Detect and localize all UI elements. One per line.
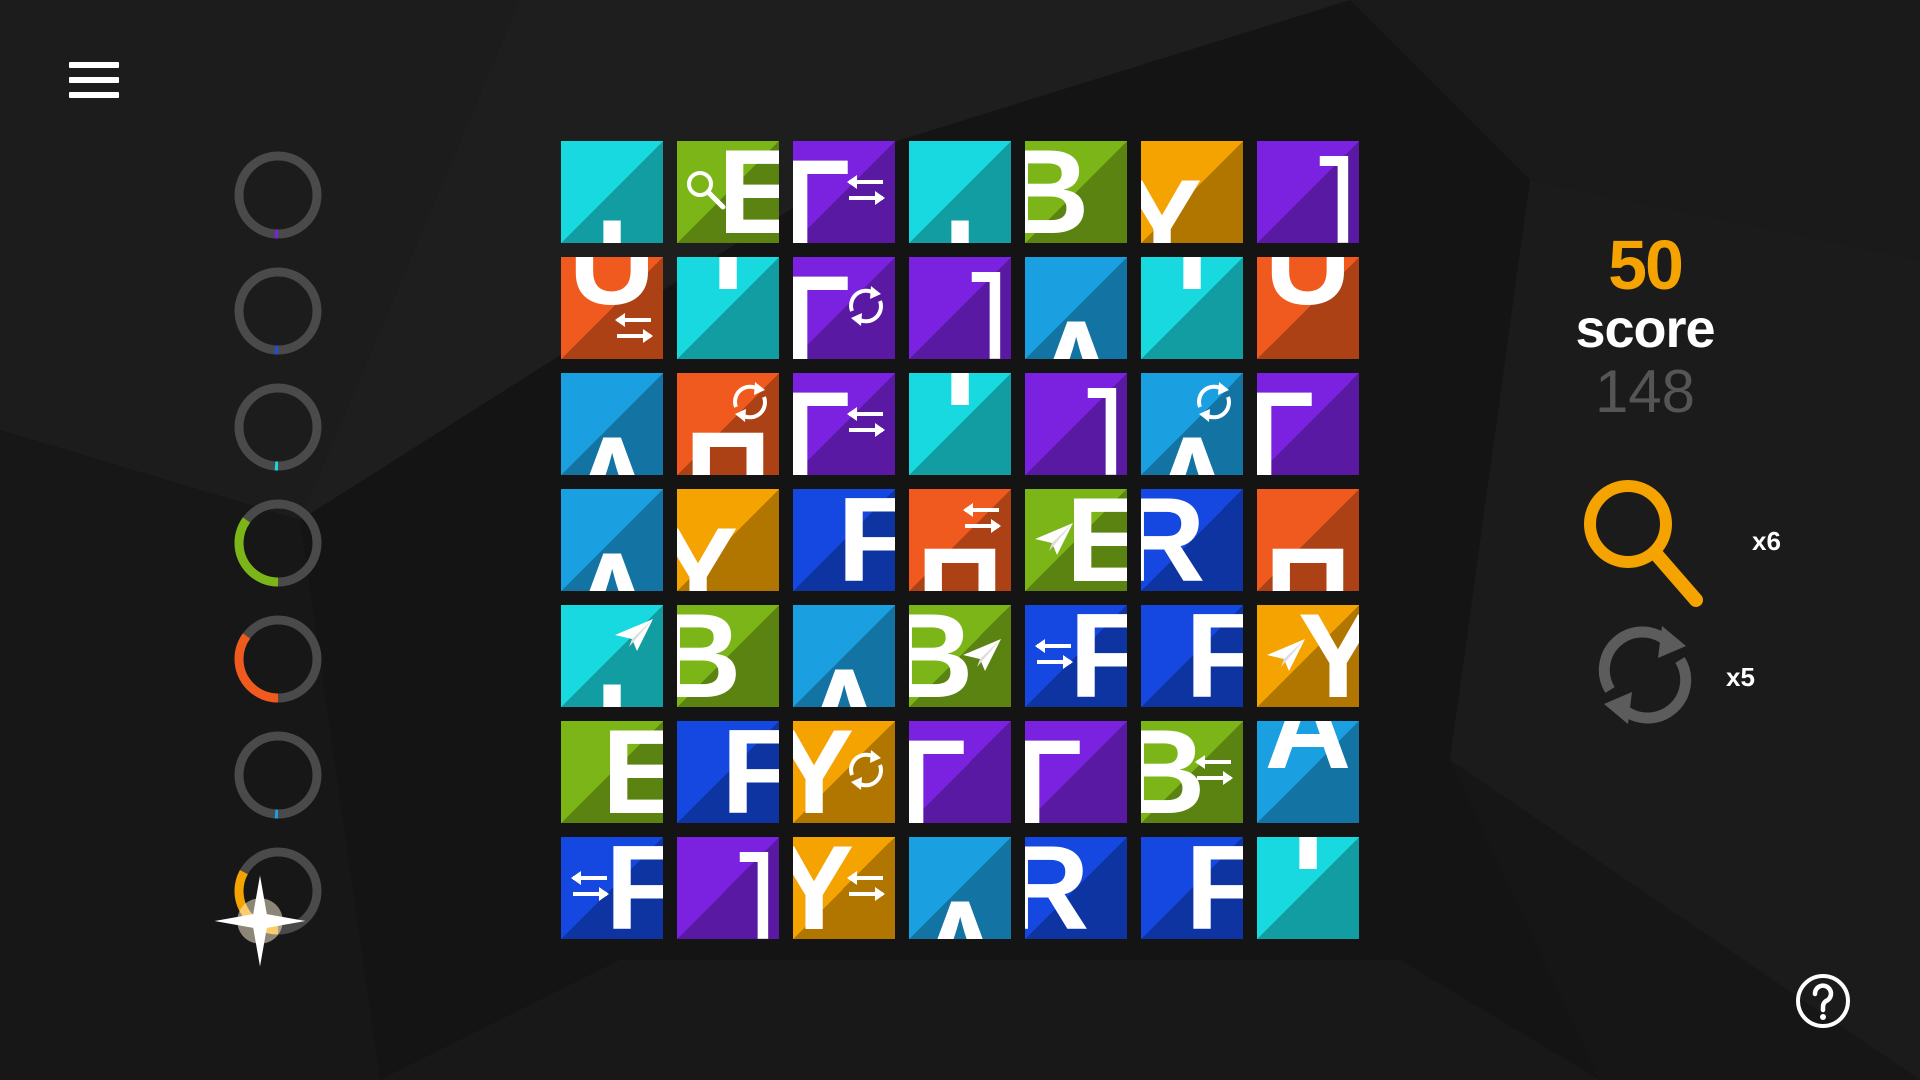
letter-tile[interactable]: Y [1257, 605, 1359, 707]
letter-tile[interactable]: ˥ [909, 257, 1011, 359]
swap-arrows-icon [567, 863, 613, 909]
letter-tile[interactable]: Y [793, 721, 895, 823]
progress-ring [228, 145, 328, 245]
letter-tile[interactable]: R [1025, 837, 1127, 939]
progress-ring [228, 725, 328, 825]
paper-plane-icon [1031, 515, 1077, 561]
letter-tile[interactable]: Y [677, 489, 779, 591]
refresh-icon [843, 747, 889, 793]
letter-tile[interactable]: Г [1025, 721, 1127, 823]
paper-plane-icon [1263, 631, 1309, 677]
letter-tile[interactable]: ˥ [677, 837, 779, 939]
letter-tile[interactable]: Π [909, 489, 1011, 591]
letter-tile[interactable]: Г [793, 141, 895, 243]
progress-ring [228, 493, 328, 593]
magnifier-icon [683, 167, 729, 213]
letter-tile[interactable]: F [793, 489, 895, 591]
letter-tile[interactable]: I [1257, 837, 1359, 939]
letter-tile[interactable]: I [561, 605, 663, 707]
letter-tile[interactable]: Г [1257, 373, 1359, 475]
letter-tile[interactable]: F [1141, 605, 1243, 707]
letter-tile[interactable]: I [1141, 257, 1243, 359]
letter-tile[interactable]: E [677, 141, 779, 243]
help-button[interactable] [1795, 973, 1851, 1029]
progress-ring [228, 261, 328, 361]
refresh-icon [1191, 379, 1237, 425]
letter-tile[interactable]: F [1141, 837, 1243, 939]
magnifier-powerup[interactable] [1578, 474, 1708, 610]
letter-tile[interactable]: R [1141, 489, 1243, 591]
paper-plane-icon [611, 611, 657, 657]
letter-tile[interactable]: F [1025, 605, 1127, 707]
color-progress-rings [214, 145, 328, 967]
letter-tile[interactable]: Λ [793, 605, 895, 707]
letter-tile[interactable]: ˥ [1257, 141, 1359, 243]
letter-tile[interactable]: B [1025, 141, 1127, 243]
swap-arrows-icon [611, 305, 657, 351]
letter-tile[interactable]: E [561, 721, 663, 823]
swap-arrows-icon [843, 167, 889, 213]
letter-tile[interactable]: ˥ [1025, 373, 1127, 475]
letter-tile[interactable]: Λ [561, 373, 663, 475]
help-icon [1796, 974, 1850, 1028]
progress-ring [214, 841, 328, 967]
letter-tile[interactable]: U [1257, 257, 1359, 359]
letter-tile[interactable]: Λ [1141, 373, 1243, 475]
letter-tile[interactable]: I [677, 257, 779, 359]
letter-tile[interactable]: B [1141, 721, 1243, 823]
swap-arrows-icon [843, 863, 889, 909]
target-score: 148 [1594, 358, 1696, 425]
swap-arrows-icon [959, 495, 1005, 541]
letter-tile[interactable]: Λ [561, 489, 663, 591]
letter-tile[interactable]: Г [793, 373, 895, 475]
paper-plane-icon [959, 631, 1005, 677]
letter-tile[interactable]: F [561, 837, 663, 939]
score-value: 50 [1608, 226, 1684, 304]
shuffle-count: x5 [1726, 662, 1755, 692]
swap-arrows-icon [1191, 747, 1237, 793]
letter-tile[interactable]: Г [909, 721, 1011, 823]
refresh-icon [843, 283, 889, 329]
menu-icon [69, 62, 119, 68]
letter-tile[interactable]: Π [677, 373, 779, 475]
shuffle-powerup[interactable] [1590, 620, 1700, 730]
letter-tile[interactable]: Π [1257, 489, 1359, 591]
letter-tile[interactable]: Λ [1025, 257, 1127, 359]
letter-tile[interactable]: Y [793, 837, 895, 939]
letter-tile[interactable]: A [1257, 721, 1359, 823]
menu-button[interactable] [66, 58, 122, 104]
letter-tile[interactable]: B [677, 605, 779, 707]
letter-tile[interactable]: B [909, 605, 1011, 707]
letter-tile[interactable]: I [561, 141, 663, 243]
sparkle-icon [210, 871, 306, 967]
letter-tile[interactable]: F [677, 721, 779, 823]
refresh-icon [1598, 626, 1692, 724]
magnifier-count: x6 [1752, 526, 1781, 556]
progress-ring [228, 377, 328, 477]
score-label: score [1575, 299, 1715, 359]
score-panel: 50 score 148 [1545, 230, 1745, 422]
letter-tile[interactable]: E [1025, 489, 1127, 591]
game-board: IEГIBY˥UIГ˥ΛIUΛΠГI˥ΛГΛYFΠERΠIBΛBFFYEFYГГ… [561, 141, 1359, 939]
letter-tile[interactable]: Λ [909, 837, 1011, 939]
letter-tile[interactable]: Y [1141, 141, 1243, 243]
progress-ring [228, 609, 328, 709]
letter-tile[interactable]: U [561, 257, 663, 359]
letter-tile[interactable]: Г [793, 257, 895, 359]
magnifier-icon [1584, 480, 1703, 607]
refresh-icon [727, 379, 773, 425]
letter-tile[interactable]: I [909, 373, 1011, 475]
swap-arrows-icon [1031, 631, 1077, 677]
letter-tile[interactable]: I [909, 141, 1011, 243]
swap-arrows-icon [843, 399, 889, 445]
